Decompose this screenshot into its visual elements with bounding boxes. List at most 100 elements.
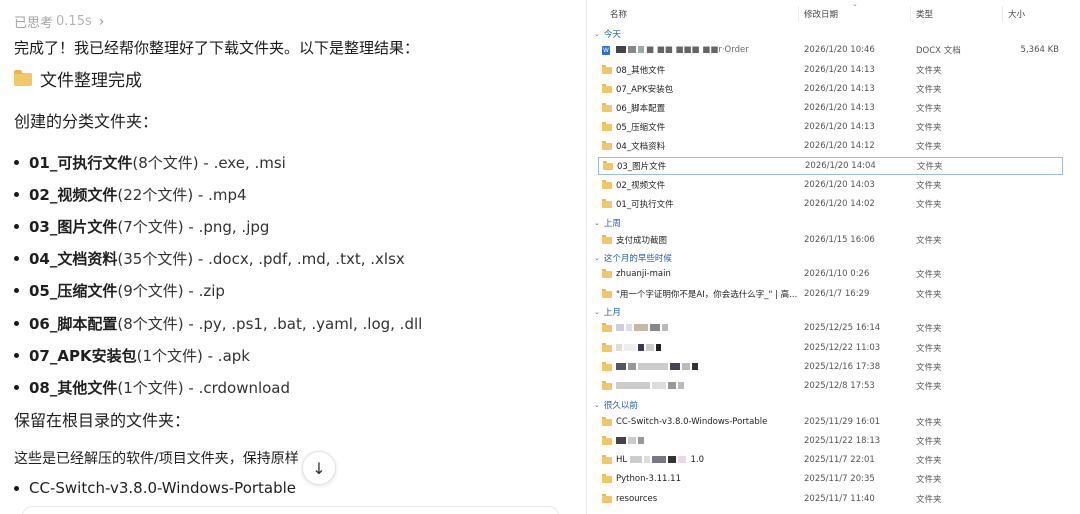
list-item: 06_脚本配置 (8个文件) - .py, .ps1, .bat, .yaml,… — [14, 307, 422, 339]
group-header-last-month[interactable]: ⌄ 上月 — [594, 305, 621, 318]
thinking-time: 0.15s — [56, 14, 92, 29]
bullet — [14, 352, 19, 358]
column-header-date[interactable]: 修改日期 — [804, 8, 838, 22]
kept-description: 这些是已经解压的软件/项目文件夹，保持原样 — [14, 451, 299, 467]
chevron-down-icon: ⌄ — [594, 29, 600, 38]
file-row[interactable]: 支付成功截图 2026/1/15 16:06 文件夹 — [598, 231, 1063, 249]
file-date: 2026/1/7 16:29 — [804, 289, 870, 299]
bullet — [14, 485, 19, 491]
column-header-name[interactable]: 名称 — [610, 8, 627, 22]
column-header-type[interactable]: 类型 — [916, 8, 933, 22]
file-size: 5,364 KB — [1020, 45, 1059, 55]
pane-divider — [586, 0, 587, 514]
file-row[interactable]: Python-3.11.11 2025/11/7 20:35 文件夹 — [598, 470, 1063, 488]
category-detail: (1个文件) - .apk — [136, 346, 250, 365]
category-detail: (8个文件) - .exe, .msi — [132, 153, 286, 172]
file-row[interactable]: resources 2025/11/7 11:40 文件夹 — [598, 490, 1063, 508]
file-date: 2026/1/20 14:12 — [804, 141, 875, 151]
list-item: CC-Switch-v3.8.0-Windows-Portable — [14, 479, 296, 497]
thinking-label: 已思考 — [14, 16, 54, 31]
file-name-redacted — [616, 436, 646, 446]
file-row[interactable]: 2025/11/22 18:13 文件夹 — [598, 432, 1063, 450]
category-detail: (9个文件) - .zip — [117, 282, 225, 301]
chevron-right-icon: › — [98, 13, 105, 30]
chevron-down-icon: ⌄ — [594, 218, 600, 227]
scroll-to-bottom-button[interactable]: ↓ — [302, 451, 336, 485]
file-type: 文件夹 — [916, 181, 942, 191]
column-header-size[interactable]: 大小 — [1008, 8, 1025, 22]
folder-icon — [602, 268, 612, 278]
file-date: 2025/11/7 22:01 — [804, 455, 875, 465]
file-row[interactable]: CC-Switch-v3.8.0-Windows-Portable 2025/1… — [598, 413, 1063, 431]
file-row[interactable]: HL 1.0 2025/11/7 22:01 文件夹 — [598, 451, 1063, 469]
file-type: 文件夹 — [916, 363, 942, 373]
file-row[interactable]: 2025/12/16 17:38 文件夹 — [598, 358, 1063, 376]
list-item: 07_APK安装包 (1个文件) - .apk — [14, 339, 422, 371]
group-header-today[interactable]: ⌄ 今天 — [594, 27, 621, 40]
category-name: 06_脚本配置 — [29, 314, 118, 333]
file-name: CC-Switch-v3.8.0-Windows-Portable — [616, 417, 768, 427]
file-name: HL 1.0 — [616, 455, 704, 465]
heading-text: 文件整理完成 — [40, 71, 142, 91]
file-row-selected[interactable]: 03_图片文件 2026/1/20 14:04 文件夹 — [598, 157, 1063, 175]
file-name-prefix: HL — [616, 455, 628, 465]
list-item: 05_压缩文件 (9个文件) - .zip — [14, 275, 422, 307]
file-row[interactable]: 2025/12/25 16:14 文件夹 — [598, 319, 1063, 337]
file-row[interactable]: 08_其他文件 2026/1/20 14:13 文件夹 — [598, 61, 1063, 79]
file-type: 文件夹 — [916, 437, 942, 447]
list-item: 04_文档资料 (35个文件) - .docx, .pdf, .md, .txt… — [14, 243, 422, 275]
file-row[interactable]: 2025/12/8 17:53 文件夹 — [598, 377, 1063, 395]
file-type: 文件夹 — [916, 236, 942, 246]
bullet — [14, 191, 19, 197]
folder-icon — [602, 83, 612, 93]
folder-icon — [602, 140, 612, 150]
file-row[interactable]: 04_文档资料 2026/1/20 14:12 文件夹 — [598, 137, 1063, 155]
file-name: zhuanji-main — [616, 269, 671, 279]
column-separator[interactable] — [910, 6, 911, 22]
file-row[interactable]: 05_压缩文件 2026/1/20 14:13 文件夹 — [598, 118, 1063, 136]
list-item: 03_图片文件 (7个文件) - .png, .jpg — [14, 210, 422, 242]
bullet — [14, 223, 19, 229]
column-separator[interactable] — [1002, 6, 1003, 22]
file-row[interactable]: 01_可执行文件 2026/1/20 14:02 文件夹 — [598, 195, 1063, 213]
file-name: 08_其他文件 — [616, 66, 666, 76]
file-name-redacted — [616, 323, 670, 333]
file-name: ■ ■■ ■■■ ■■r·Order — [616, 45, 749, 55]
chevron-down-icon: ⌄ — [594, 307, 600, 316]
group-label: 这个月的早些时候 — [603, 253, 672, 264]
category-detail: (35个文件) - .docx, .pdf, .md, .txt, .xlsx — [117, 250, 405, 269]
file-row[interactable]: "用一个字证明你不是AI，你会选什么字_" | 高... 2026/1/7 16… — [598, 285, 1063, 303]
group-header-last-week[interactable]: ⌄ 上周 — [594, 216, 621, 229]
sort-chevron-icon: ⌄ — [852, 0, 858, 8]
file-row[interactable]: 07_APK安装包 2026/1/20 14:13 文件夹 — [598, 80, 1063, 98]
file-row[interactable]: 2025/12/22 11:03 文件夹 — [598, 339, 1063, 357]
file-date: 2025/12/25 16:14 — [804, 323, 881, 333]
file-row[interactable]: 06_脚本配置 2026/1/20 14:13 文件夹 — [598, 99, 1063, 117]
category-name: 01_可执行文件 — [29, 153, 133, 172]
file-name: 04_文档资料 — [616, 142, 666, 152]
thinking-toggle[interactable]: 已思考 0.15s › — [14, 12, 105, 32]
file-type: 文件夹 — [916, 324, 942, 334]
group-header-earlier-this-month[interactable]: ⌄ 这个月的早些时候 — [594, 251, 672, 264]
folder-icon — [603, 160, 613, 170]
file-row[interactable]: W ■ ■■ ■■■ ■■r·Order 2026/1/20 10:46 DOC… — [598, 41, 1063, 59]
file-date: 2025/12/22 11:03 — [804, 343, 881, 353]
file-type: 文件夹 — [916, 290, 942, 300]
file-name-redacted — [616, 362, 700, 372]
file-date: 2026/1/20 10:46 — [804, 45, 875, 55]
group-header-long-ago[interactable]: ⌄ 很久以前 — [594, 398, 638, 411]
list-item: 02_视频文件 (22个文件) - .mp4 — [14, 178, 422, 210]
file-date: 2025/12/16 17:38 — [804, 362, 881, 372]
arrow-down-icon: ↓ — [312, 458, 326, 478]
folder-icon — [602, 234, 612, 244]
column-separator[interactable] — [798, 6, 799, 22]
file-row[interactable]: 02_视频文件 2026/1/20 14:03 文件夹 — [598, 176, 1063, 194]
category-detail: (1个文件) - .crdownload — [117, 378, 291, 397]
category-detail: (7个文件) - .png, .jpg — [117, 217, 270, 236]
chat-input-box[interactable] — [22, 506, 559, 514]
file-type: 文件夹 — [916, 85, 942, 95]
file-row[interactable]: zhuanji-main 2026/1/10 0:26 文件夹 — [598, 265, 1063, 283]
file-type: 文件夹 — [916, 104, 942, 114]
folder-icon — [602, 64, 612, 74]
folder-icon — [602, 361, 612, 371]
